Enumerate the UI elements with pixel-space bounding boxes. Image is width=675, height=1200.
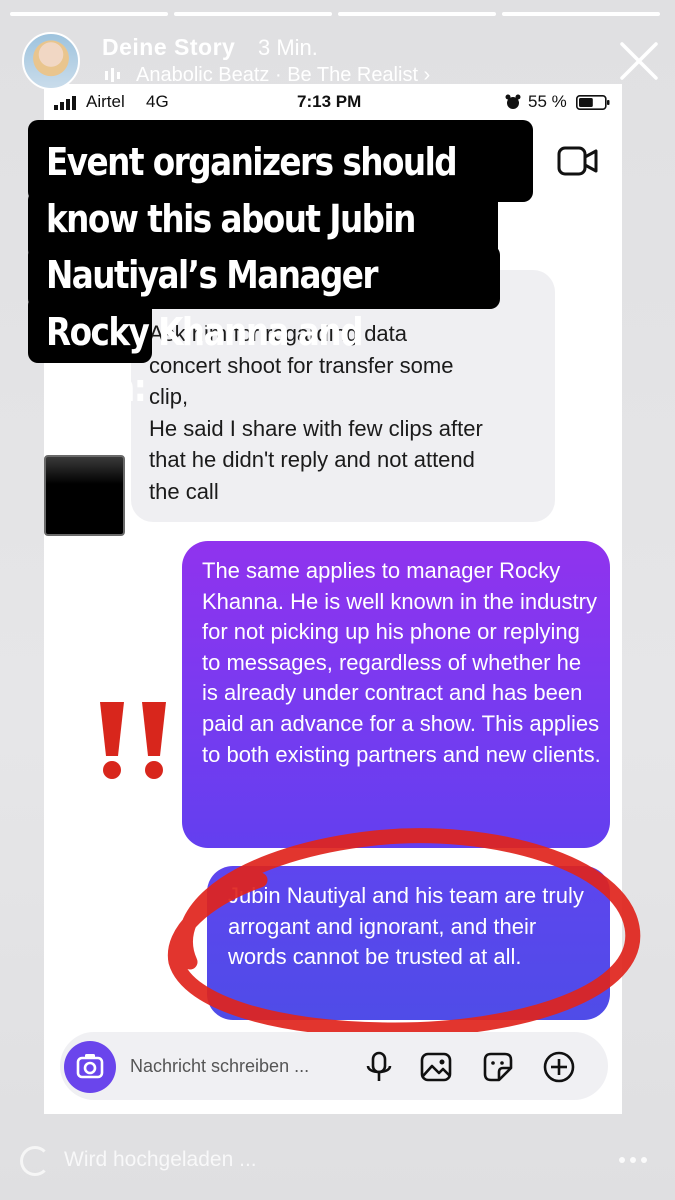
network-label: 4G [146, 92, 169, 111]
more-icon[interactable] [618, 1155, 648, 1165]
close-icon[interactable] [618, 40, 660, 82]
story-caption: Event organizers should know this about … [46, 140, 458, 410]
gallery-icon[interactable] [419, 1050, 453, 1084]
story-avatar[interactable] [22, 32, 80, 90]
battery-icon [576, 95, 610, 110]
status-time: 7:13 PM [297, 92, 362, 111]
story-progress-bar [10, 12, 660, 16]
sender-avatar [44, 455, 125, 536]
progress-segment [10, 12, 168, 16]
story-time: 3 Min. [258, 35, 318, 60]
signal-icon [54, 96, 76, 110]
camera-button[interactable] [64, 1041, 116, 1093]
carrier-label: Airtel [86, 92, 125, 111]
story-music-label[interactable]: Anabolic Beatz · Be The Realist › [136, 64, 430, 87]
progress-segment [502, 12, 660, 16]
story-title[interactable]: Deine Story [102, 34, 235, 61]
double-exclamation-icon [100, 702, 166, 779]
sticker-icon[interactable] [481, 1050, 515, 1084]
plus-circle-icon[interactable] [542, 1050, 576, 1084]
upload-spinner-icon [20, 1146, 50, 1176]
music-bars-icon [105, 68, 120, 82]
red-circle-annotation [167, 828, 641, 1038]
video-camera-icon[interactable] [557, 144, 599, 178]
message-input[interactable]: Nachricht schreiben ... [130, 1056, 309, 1077]
microphone-icon[interactable] [362, 1050, 396, 1084]
alarm-icon [505, 94, 521, 109]
battery-percent: 55 % [528, 92, 567, 111]
outgoing-message-text: The same applies to manager Rocky Khanna… [202, 558, 601, 767]
progress-segment [174, 12, 332, 16]
camera-icon [76, 1054, 104, 1079]
progress-segment [338, 12, 496, 16]
upload-status: Wird hochgeladen ... [64, 1148, 257, 1171]
